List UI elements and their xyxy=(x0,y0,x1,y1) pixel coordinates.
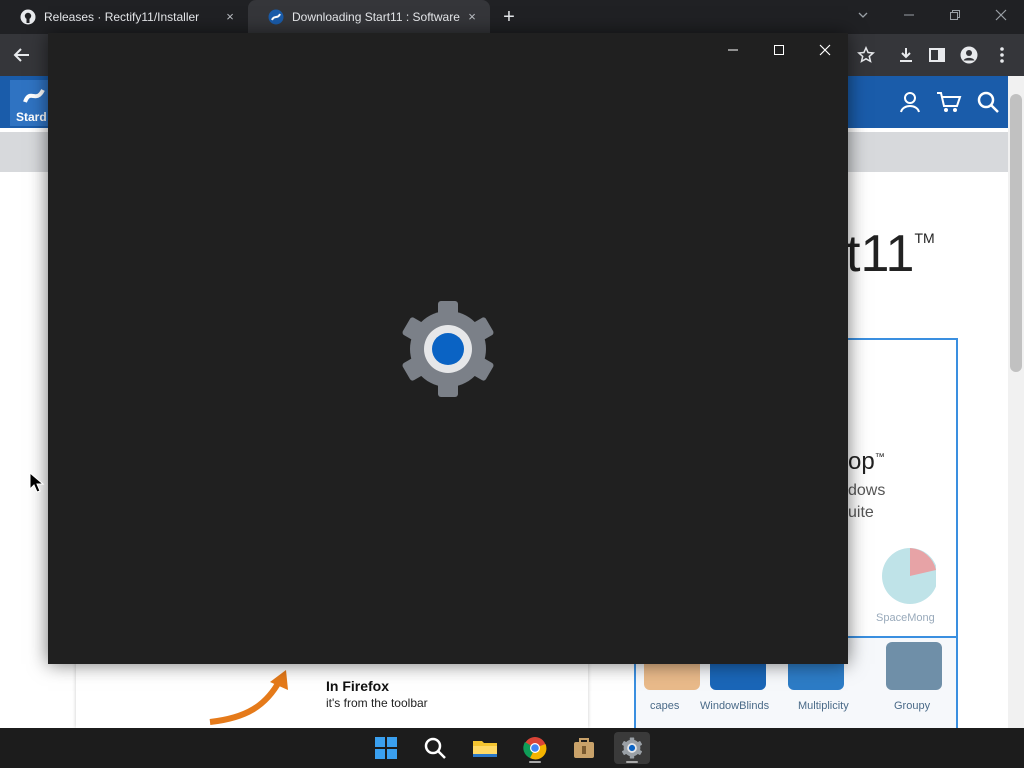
github-icon xyxy=(20,9,36,25)
bookmark-star-icon[interactable] xyxy=(854,43,878,67)
cart-icon[interactable] xyxy=(936,90,962,119)
logo-text: Stard xyxy=(16,110,47,124)
product-label[interactable]: capes xyxy=(650,700,679,712)
settings-gear-icon xyxy=(398,299,498,399)
settings-window[interactable] xyxy=(48,33,848,664)
product-label[interactable]: Multiplicity xyxy=(798,700,849,712)
tab-search-chevron-icon[interactable] xyxy=(853,6,873,26)
browser-close-icon[interactable] xyxy=(991,6,1011,26)
file-explorer-icon[interactable] xyxy=(467,732,503,764)
tab-title: Downloading Start11 : Software xyxy=(292,10,460,24)
new-tab-button[interactable]: + xyxy=(499,7,519,27)
tab-start11-download[interactable]: Downloading Start11 : Software × xyxy=(248,0,490,34)
store-package-icon[interactable] xyxy=(566,732,602,764)
kebab-menu-icon[interactable] xyxy=(990,43,1014,67)
mouse-cursor-icon xyxy=(29,471,45,494)
back-arrow-icon[interactable] xyxy=(10,43,34,67)
chrome-icon[interactable] xyxy=(517,732,553,764)
close-tab-icon[interactable]: × xyxy=(464,9,480,25)
browser-minimize-icon[interactable] xyxy=(899,6,919,26)
window-maximize-icon[interactable] xyxy=(764,39,794,61)
tab-title: Releases · Rectify11/Installer xyxy=(44,10,200,24)
windows-taskbar xyxy=(0,728,1024,768)
tab-rectify11-releases[interactable]: Releases · Rectify11/Installer × xyxy=(0,0,248,34)
firefox-install-tip: In Firefox it's from the toolbar xyxy=(76,656,588,728)
browser-restore-icon[interactable] xyxy=(945,6,965,26)
groupy-icon[interactable] xyxy=(886,642,942,690)
firefox-subtitle: it's from the toolbar xyxy=(326,696,428,710)
page-scrollbar[interactable] xyxy=(1008,76,1024,728)
account-icon[interactable] xyxy=(898,90,922,119)
stardock-icon xyxy=(268,9,284,25)
window-minimize-icon[interactable] xyxy=(718,39,748,61)
close-tab-icon[interactable]: × xyxy=(222,9,238,25)
browser-tab-strip: Releases · Rectify11/Installer × Downloa… xyxy=(0,0,1024,34)
running-indicator xyxy=(626,761,638,763)
search-icon[interactable] xyxy=(976,90,1000,119)
window-close-icon[interactable] xyxy=(810,39,840,61)
product-label[interactable]: Groupy xyxy=(894,700,930,712)
arrow-graphic-icon xyxy=(206,666,296,728)
product-label[interactable]: WindowBlinds xyxy=(700,700,769,712)
product-title: t11TM xyxy=(846,225,935,283)
promo-heading: op™ xyxy=(848,448,885,475)
side-panel-icon[interactable] xyxy=(925,43,949,67)
spacemonger-label: SpaceMong xyxy=(876,612,935,624)
firefox-title: In Firefox xyxy=(326,678,390,694)
windows-start-icon[interactable] xyxy=(368,732,404,764)
settings-icon[interactable] xyxy=(614,732,650,764)
scrollbar-thumb[interactable] xyxy=(1010,94,1022,372)
spacemonger-pie-icon[interactable] xyxy=(880,542,938,610)
promo-subtext: dows uite xyxy=(848,482,886,521)
running-indicator xyxy=(529,761,541,763)
profile-icon[interactable] xyxy=(957,43,981,67)
trademark: TM xyxy=(914,230,935,246)
download-icon[interactable] xyxy=(894,43,918,67)
search-icon[interactable] xyxy=(417,732,453,764)
